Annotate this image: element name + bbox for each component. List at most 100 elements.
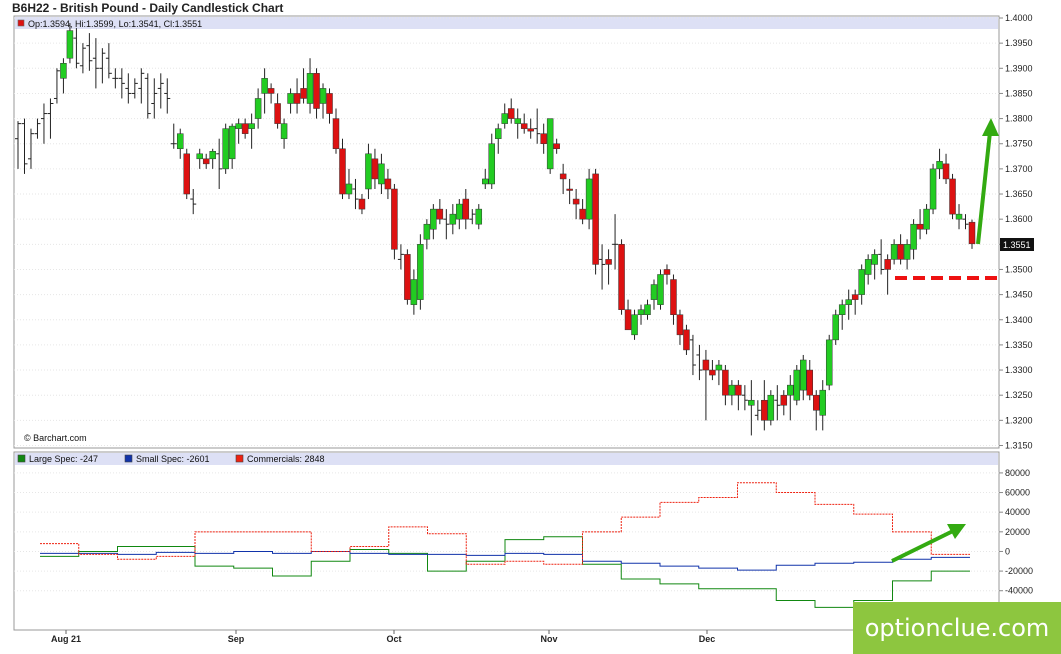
legend-small-spec: Small Spec: -2601	[136, 454, 210, 464]
watermark: optionclue.com	[853, 602, 1061, 654]
ohlc-values: Op:1.3594, Hi:1.3599, Lo:1.3541, Cl:1.35…	[28, 19, 202, 29]
price-tick-label: 1.3750	[1005, 139, 1033, 149]
candle	[767, 390, 775, 426]
candle-body	[423, 223, 431, 240]
candle-body	[313, 73, 320, 109]
candle-body	[864, 259, 872, 275]
candle-body	[235, 123, 242, 129]
candle-body	[605, 259, 612, 265]
candle-body	[176, 133, 184, 150]
candle-body	[709, 369, 716, 376]
candle-body	[728, 384, 736, 396]
legend-commercials: Commercials: 2848	[247, 454, 325, 464]
candle-body	[553, 143, 560, 150]
candle-body	[280, 123, 288, 139]
candle-body	[183, 153, 190, 195]
candle-body	[475, 208, 483, 225]
candle	[793, 365, 801, 406]
candle-body	[916, 223, 924, 230]
candle	[546, 118, 554, 174]
cot-panel-frame	[13, 451, 1000, 631]
candle-body	[910, 223, 917, 250]
candle-body	[936, 161, 943, 170]
candle	[949, 173, 956, 220]
x-tick-label: Nov	[540, 634, 557, 644]
candle	[825, 334, 833, 391]
candle	[417, 234, 424, 310]
candle	[657, 269, 664, 310]
candle-body	[579, 208, 586, 220]
candle-body	[384, 178, 392, 190]
candle-body	[722, 369, 729, 396]
candle-body	[767, 394, 775, 421]
legend-swatch-large-spec	[17, 454, 26, 463]
ohlc-marker-icon	[17, 19, 25, 27]
candle-body	[923, 208, 930, 230]
candle-body	[332, 118, 340, 150]
candle-body	[274, 103, 281, 124]
candle	[929, 163, 937, 215]
candle-body	[650, 284, 658, 300]
candle-body	[319, 88, 327, 104]
price-tick-label: 1.3200	[1005, 415, 1033, 425]
candle-body	[254, 98, 262, 119]
candle-body	[657, 274, 664, 305]
candle-body	[566, 188, 573, 191]
price-tick-label: 1.3600	[1005, 214, 1033, 224]
candle-body	[540, 133, 547, 144]
candle-body	[456, 203, 463, 220]
candle-body	[683, 329, 690, 351]
candle-body	[903, 244, 911, 260]
cot-tick-label: 80000	[1005, 468, 1030, 478]
price-tick-label: 1.3950	[1005, 38, 1033, 48]
legend-swatch-small-spec	[124, 454, 133, 463]
candle-body	[300, 88, 307, 99]
candle-body	[404, 254, 411, 300]
price-panel-frame	[13, 15, 1000, 449]
candle-body	[241, 123, 249, 134]
candle-body	[897, 244, 904, 260]
candle-body	[793, 369, 801, 401]
price-tick-label: 1.3900	[1005, 63, 1033, 73]
candle-body	[436, 208, 444, 220]
candle	[391, 183, 398, 260]
candle-body	[261, 78, 268, 94]
candle-body	[819, 389, 826, 416]
chart-canvas: Op:1.3594, Hi:1.3599, Lo:1.3541, Cl:1.35…	[13, 13, 1034, 644]
candle-body	[825, 339, 833, 386]
candle-body	[391, 188, 398, 250]
price-tick-label: 1.3350	[1005, 340, 1033, 350]
candle-body	[631, 314, 638, 336]
candle	[404, 249, 411, 305]
candle-body	[761, 399, 768, 421]
candle-body	[884, 259, 891, 270]
x-tick-label: Aug 21	[51, 634, 81, 644]
candle-body	[306, 73, 314, 104]
cot-tick-label: 0	[1005, 546, 1010, 556]
last-price-label: 1.3551	[1003, 240, 1031, 250]
candle-body	[572, 198, 580, 205]
candle-body	[248, 123, 255, 129]
cot-tick-label: 20000	[1005, 527, 1030, 537]
candle-body	[494, 128, 502, 139]
price-tick-label: 1.4000	[1005, 13, 1033, 23]
candle-body	[806, 369, 814, 396]
candle-body	[787, 384, 794, 396]
candle-body	[715, 364, 723, 371]
candle	[592, 168, 599, 275]
price-tick-label: 1.3150	[1005, 440, 1033, 450]
candle-body	[871, 254, 878, 265]
candle-body	[371, 158, 379, 180]
candle-body	[66, 30, 74, 59]
candle-body	[287, 93, 294, 104]
candle-body	[929, 168, 937, 210]
candle-body	[60, 63, 67, 79]
candle-body	[228, 125, 236, 160]
candle-body	[663, 269, 671, 275]
candle-body	[527, 128, 534, 132]
price-tick-label: 1.3400	[1005, 315, 1033, 325]
candle-body	[942, 163, 950, 180]
price-tick-label: 1.3800	[1005, 114, 1033, 124]
candle-body	[482, 178, 489, 185]
candle-body	[410, 279, 418, 305]
